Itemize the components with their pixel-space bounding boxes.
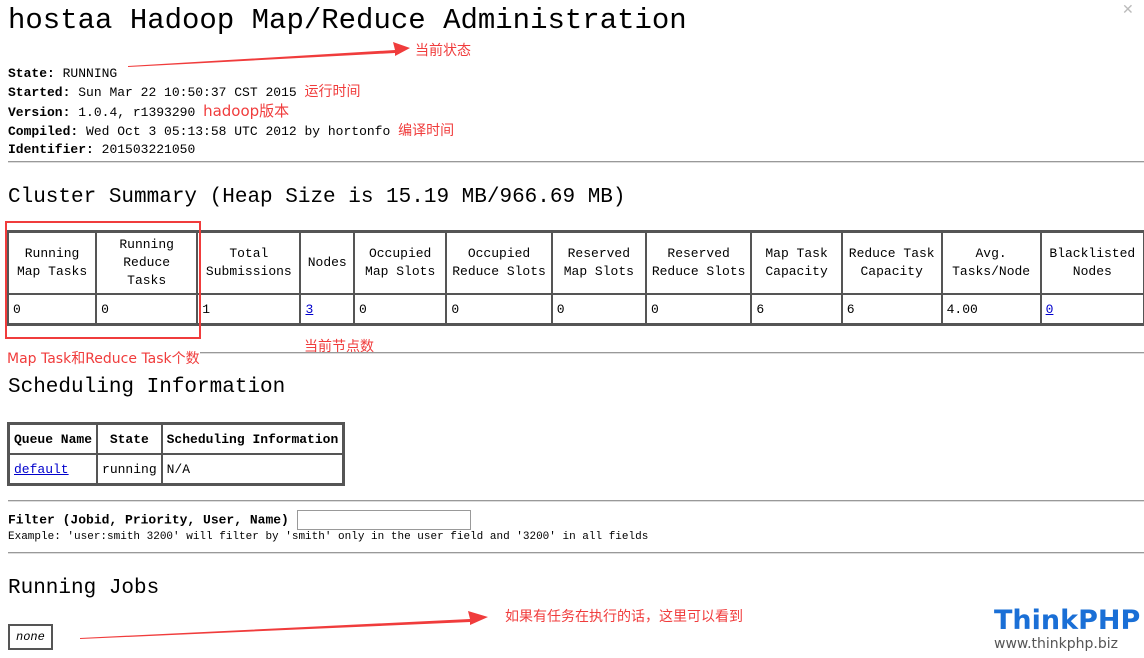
col-nodes: Nodes	[300, 232, 354, 294]
thinkphp-watermark: ThinkPHP www.thinkphp.biz	[994, 598, 1144, 658]
col-avg-tasks: Avg. Tasks/Node	[941, 232, 1041, 294]
col-reserved-reduce: Reserved Reduce Slots	[645, 232, 752, 294]
cell: 4.00	[941, 294, 1041, 324]
running-jobs-title: Running Jobs	[8, 577, 160, 600]
cell: 1	[197, 294, 301, 324]
blacklisted-link[interactable]: 0	[1046, 302, 1054, 317]
filter-input[interactable]	[296, 510, 471, 530]
cell: 0	[446, 294, 552, 324]
queue-default-link[interactable]: default	[14, 462, 69, 477]
filter-example: Example: 'user:smith 3200' will filter b…	[8, 531, 649, 543]
arrow-jobs	[80, 611, 488, 639]
col-occupied-map: Occupied Map Slots	[353, 232, 447, 294]
table-row: default running N/A	[9, 454, 344, 484]
cell: 0	[551, 294, 646, 324]
divider	[8, 500, 1144, 502]
col-map-capacity: Map Task Capacity	[751, 232, 842, 294]
col-scheduling-info: Scheduling Information	[161, 424, 344, 454]
scheduling-table: Queue Name State Scheduling Information …	[7, 422, 346, 486]
cell: 6	[751, 294, 842, 324]
annotation-jobs: 如果有任务在执行的话，这里可以看到	[505, 609, 743, 625]
cell: N/A	[161, 454, 344, 484]
filter-label: Filter (Jobid, Priority, User, Name)	[8, 512, 289, 528]
col-state: State	[97, 424, 162, 454]
cell: 0	[645, 294, 752, 324]
annotation-highlight-box	[5, 221, 201, 339]
arrow-state	[128, 42, 410, 67]
divider	[200, 352, 1144, 354]
divider	[8, 161, 1144, 163]
watermark-brand: ThinkPHP	[994, 605, 1141, 636]
cluster-summary-title: Cluster Summary (Heap Size is 15.19 MB/9…	[8, 186, 626, 209]
annotation-tasks: Map Task和Reduce Task个数	[7, 351, 200, 367]
col-reserved-map: Reserved Map Slots	[551, 232, 646, 294]
nodes-link[interactable]: 3	[305, 302, 313, 317]
watermark-url: www.thinkphp.biz	[994, 636, 1118, 652]
col-queue-name: Queue Name	[9, 424, 98, 454]
cell: 6	[841, 294, 942, 324]
cell: running	[97, 454, 162, 484]
scheduling-title: Scheduling Information	[8, 376, 286, 399]
running-jobs-empty: none	[8, 624, 53, 650]
col-occupied-reduce: Occupied Reduce Slots	[446, 232, 552, 294]
cell: 0	[353, 294, 447, 324]
divider	[8, 552, 1144, 554]
col-total-submissions: Total Submissions	[197, 232, 301, 294]
col-blacklisted: Blacklisted Nodes	[1040, 232, 1144, 294]
col-reduce-capacity: Reduce Task Capacity	[841, 232, 942, 294]
